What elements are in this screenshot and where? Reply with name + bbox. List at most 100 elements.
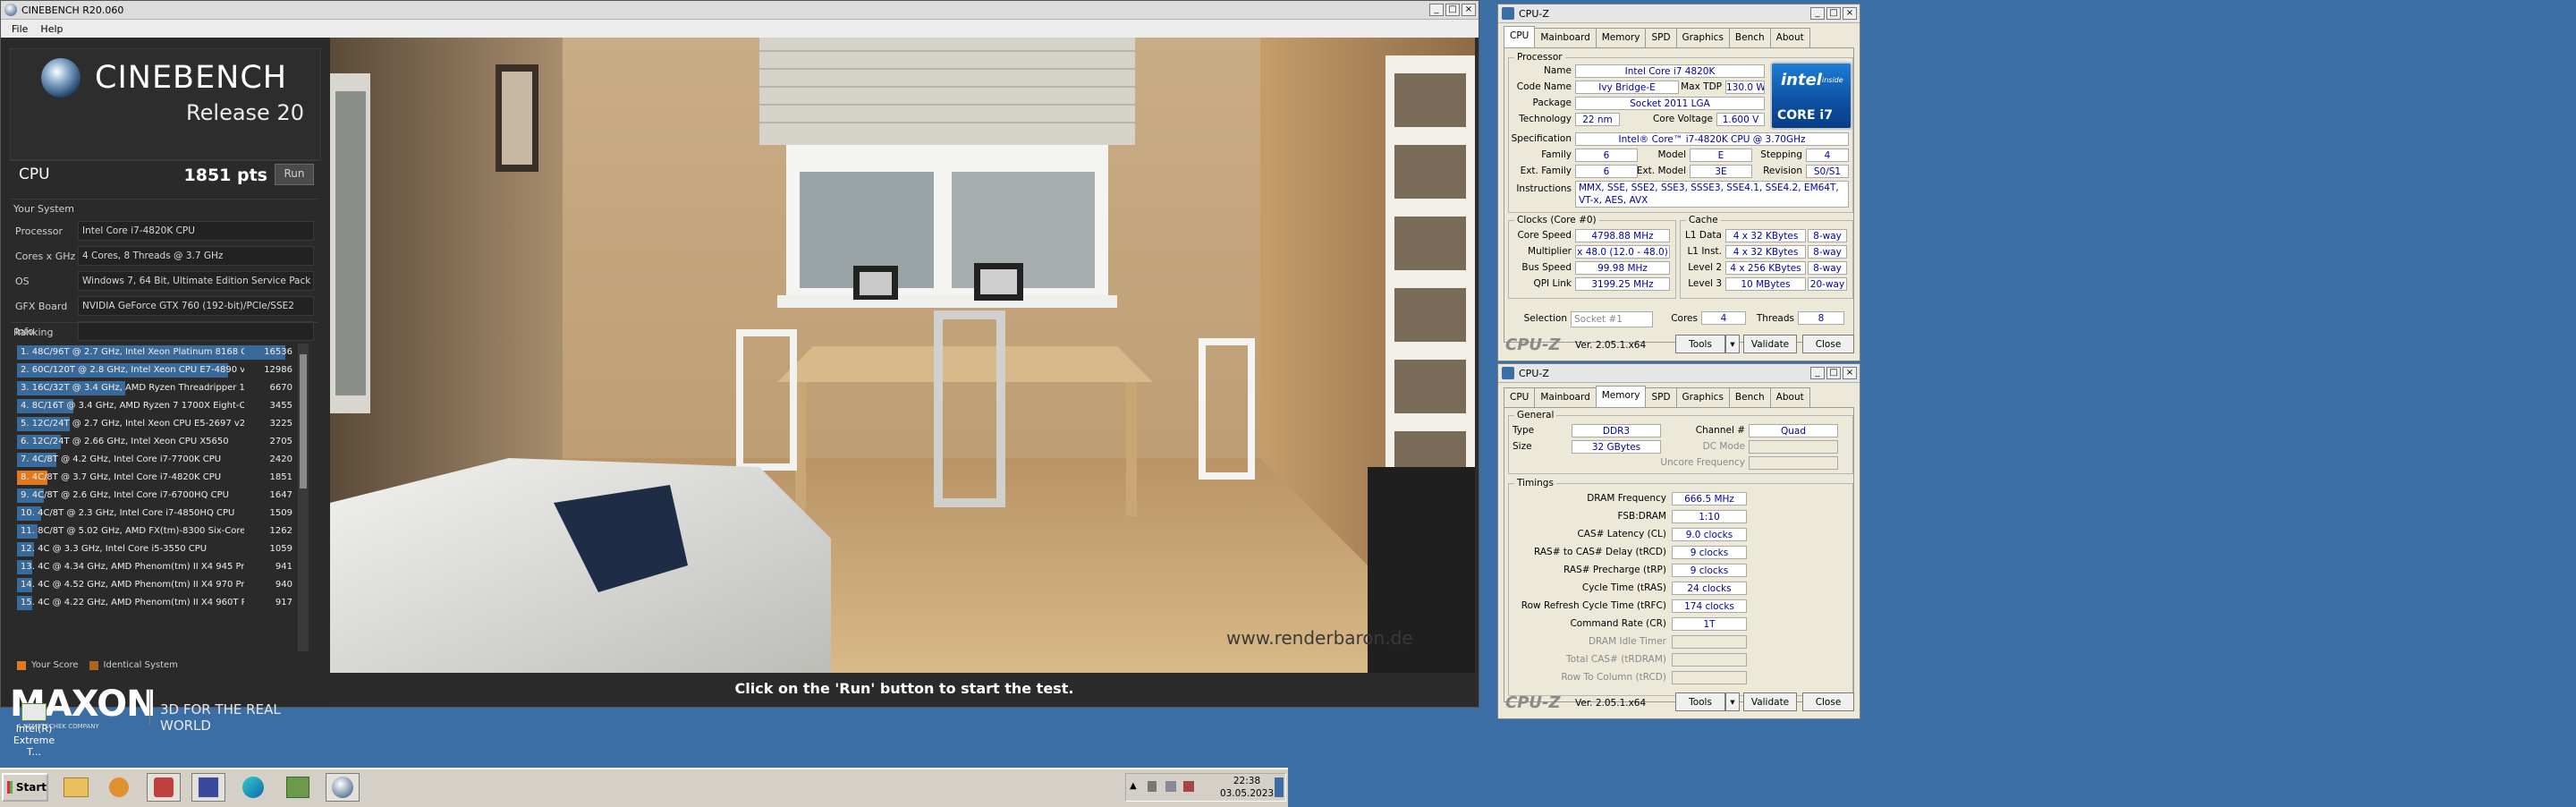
validate-button[interactable]: Validate (1743, 335, 1797, 353)
timing-label: FSB:DRAM (1617, 511, 1666, 522)
taskbar-explorer-icon[interactable] (59, 773, 93, 802)
close-button[interactable]: × (1843, 7, 1857, 20)
ranking-item[interactable]: 9. 4C/8T @ 2.6 GHz, Intel Core i7-6700HQ… (10, 487, 296, 505)
tools-button[interactable]: Tools (1675, 335, 1725, 353)
ranking-item[interactable]: 13. 4C @ 4.34 GHz, AMD Phenom(tm) II X4 … (10, 558, 296, 576)
tab-bench[interactable]: Bench (1728, 28, 1771, 47)
run-button[interactable]: Run (275, 164, 314, 185)
timings-heading: Timings (1514, 478, 1556, 488)
ranking-label: 8. 4C/8T @ 3.7 GHz, Intel Core i7-4820K … (21, 472, 222, 482)
ranking-item[interactable]: 11. 8C/8T @ 5.02 GHz, AMD FX(tm)-8300 Si… (10, 522, 296, 540)
tab-spd[interactable]: SPD (1645, 28, 1677, 47)
tab-mainboard[interactable]: Mainboard (1534, 387, 1597, 407)
stepping-value: 4 (1806, 149, 1849, 162)
taskbar-cpuz-icon[interactable] (191, 773, 225, 802)
tab-mainboard[interactable]: Mainboard (1534, 28, 1597, 47)
tools-dropdown-button[interactable]: ▾ (1725, 692, 1740, 711)
tools-dropdown-button[interactable]: ▾ (1725, 335, 1740, 353)
cpuz-titlebar[interactable]: CPU-Z _ □ × (1498, 364, 1860, 383)
ranking-item[interactable]: 3. 16C/32T @ 3.4 GHz, AMD Ryzen Threadri… (10, 379, 296, 397)
tab-graphics[interactable]: Graphics (1675, 28, 1730, 47)
validate-button[interactable]: Validate (1743, 692, 1797, 711)
ranking-item[interactable]: 6. 12C/24T @ 2.66 GHz, Intel Xeon CPU X5… (10, 433, 296, 451)
tools-button[interactable]: Tools (1675, 692, 1725, 711)
ranking-item[interactable]: 2. 60C/120T @ 2.8 GHz, Intel Xeon CPU E7… (10, 361, 296, 379)
taskbar-tools-icon[interactable] (147, 773, 181, 802)
cpuz-titlebar[interactable]: CPU-Z _ □ × (1498, 4, 1860, 23)
ranking-item[interactable]: 14. 4C @ 4.52 GHz, AMD Phenom(tm) II X4 … (10, 576, 296, 594)
timing-value: 1T (1672, 617, 1747, 631)
cinebench-titlebar[interactable]: CINEBENCH R20.060 _ □ × (1, 1, 1479, 20)
ranking-label: 13. 4C @ 4.34 GHz, AMD Phenom(tm) II X4 … (21, 562, 244, 572)
close-button[interactable]: × (1462, 4, 1476, 16)
specification-label: Specification (1511, 133, 1572, 144)
tab-cpu[interactable]: CPU (1504, 26, 1536, 47)
processor-heading: Processor (1514, 52, 1565, 63)
cpuz-memory-window: CPU-Z _ □ × CPU Mainboard Memory SPD Gra… (1497, 363, 1860, 719)
tray-network-icon[interactable] (1165, 781, 1176, 792)
ranking-item[interactable]: 8. 4C/8T @ 3.7 GHz, Intel Core i7-4820K … (10, 469, 296, 487)
close-button[interactable]: × (1843, 367, 1857, 379)
ranking-item[interactable]: 12. 4C @ 3.3 GHz, Intel Core i5-3550 CPU… (10, 540, 296, 558)
close-button[interactable]: Close (1802, 692, 1854, 711)
taskbar-clock[interactable]: 22:38 03.05.2023 (1216, 775, 1278, 800)
cinebench-logo: CINEBENCH Release 20 (10, 48, 321, 161)
taskbar-image-viewer-icon[interactable] (281, 773, 315, 802)
clocks-group: Clocks (Core #0) Core Speed 4798.88 MHz … (1508, 215, 1676, 299)
maximize-button[interactable]: □ (1826, 7, 1841, 20)
tab-graphics[interactable]: Graphics (1675, 387, 1730, 407)
system-key: OS (15, 275, 30, 287)
menu-file[interactable]: File (12, 23, 28, 35)
timing-label: Total CAS# (tRDRAM) (1566, 654, 1666, 665)
start-button[interactable]: Start (2, 773, 48, 802)
ranking-item[interactable]: 1. 48C/96T @ 2.7 GHz, Intel Xeon Platinu… (10, 344, 296, 361)
ranking-scrollbar[interactable] (298, 344, 309, 651)
ranking-item[interactable]: 15. 4C @ 4.22 GHz, AMD Phenom(tm) II X4 … (10, 594, 296, 612)
tab-bench[interactable]: Bench (1728, 387, 1771, 407)
tray-expand-icon[interactable]: ▲ (1130, 781, 1137, 791)
tab-about[interactable]: About (1769, 28, 1810, 47)
minimize-button[interactable]: _ (1429, 4, 1444, 16)
cpuz-bottom-bar: CPU-Z Ver. 2.05.1.x64 Tools ▾ Validate C… (1504, 692, 1854, 713)
socket-select[interactable]: Socket #1 (1571, 311, 1653, 327)
tab-about[interactable]: About (1769, 387, 1810, 407)
ranking-item[interactable]: 5. 12C/24T @ 2.7 GHz, Intel Xeon CPU E5-… (10, 415, 296, 433)
taskbar-edge-icon[interactable] (236, 773, 270, 802)
minimize-button[interactable]: _ (1810, 7, 1825, 20)
ranking-item[interactable]: 10. 4C/8T @ 2.3 GHz, Intel Core i7-4850H… (10, 505, 296, 522)
level2-value: 4 x 256 KBytes (1725, 261, 1806, 275)
timing-label: DRAM Frequency (1587, 493, 1666, 504)
ranking-scroll-thumb[interactable] (300, 354, 307, 488)
ranking-score: 2420 (269, 454, 292, 464)
show-desktop-button[interactable] (1275, 777, 1284, 797)
l1-inst-way: 8-way (1808, 245, 1847, 259)
tray-volume-icon[interactable] (1148, 781, 1157, 792)
tab-memory[interactable]: Memory (1595, 28, 1647, 47)
timing-value: 9 clocks (1672, 546, 1747, 559)
maximize-button[interactable]: □ (1826, 367, 1841, 379)
qpi-link-label: QPI Link (1533, 278, 1572, 289)
ranking-score: 1851 (269, 472, 292, 482)
tab-memory[interactable]: Memory (1595, 386, 1647, 407)
taskbar-cinebench-icon[interactable] (326, 773, 360, 802)
tab-cpu[interactable]: CPU (1504, 387, 1536, 407)
tab-spd[interactable]: SPD (1645, 387, 1677, 407)
timing-value: 174 clocks (1672, 599, 1747, 613)
ranking-item[interactable]: 7. 4C/8T @ 4.2 GHz, Intel Core i7-7700K … (10, 451, 296, 469)
close-button[interactable]: Close (1802, 335, 1854, 353)
tray-app-icon[interactable] (1183, 781, 1194, 792)
ranking-heading: Ranking (13, 327, 54, 338)
menu-help[interactable]: Help (40, 23, 63, 35)
taskbar-media-player-icon[interactable] (102, 773, 136, 802)
clock-date: 03.05.2023 (1219, 788, 1275, 799)
cinebench-release: Release 20 (186, 100, 304, 125)
desktop-icon-intel-extreme-tuning[interactable]: Intel(R) Extreme T... (9, 703, 59, 758)
ranking-item[interactable]: 4. 8C/16T @ 3.4 GHz, AMD Ryzen 7 1700X E… (10, 397, 296, 415)
minimize-button[interactable]: _ (1810, 367, 1825, 379)
package-value: Socket 2011 LGA (1575, 97, 1765, 110)
maximize-button[interactable]: □ (1445, 4, 1460, 16)
dc-mode-label: DC Mode (1702, 441, 1745, 452)
multiplier-value: x 48.0 (12.0 - 48.0) (1575, 245, 1670, 259)
ranking-label: 11. 8C/8T @ 5.02 GHz, AMD FX(tm)-8300 Si… (21, 526, 244, 536)
timing-value: 666.5 MHz (1672, 492, 1747, 505)
